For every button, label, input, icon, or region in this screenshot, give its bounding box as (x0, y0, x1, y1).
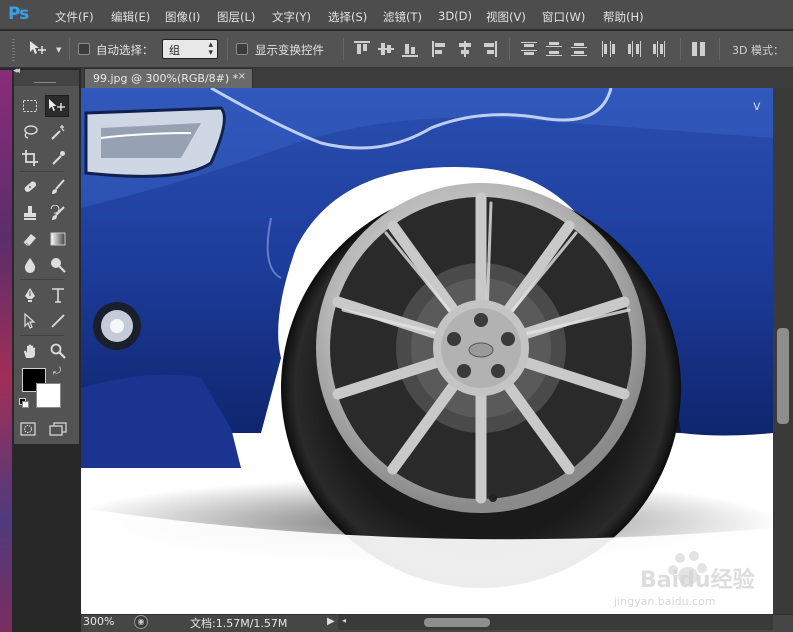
distribute-top-icon[interactable] (521, 40, 537, 58)
distribute-left-icon[interactable] (601, 40, 617, 58)
eraser-icon[interactable] (18, 228, 42, 250)
align-vcenter-icon[interactable] (378, 40, 394, 58)
document-info: 文档:1.57M/1.57M (190, 617, 288, 630)
history-brush-icon[interactable] (46, 202, 70, 224)
line-icon[interactable] (46, 310, 70, 332)
tools-panel-header[interactable] (14, 70, 79, 86)
menu-image[interactable]: 图像(I) (165, 9, 200, 25)
tools-divider (20, 171, 64, 172)
menu-layer[interactable]: 图层(L) (217, 9, 255, 25)
document-canvas[interactable]: v (81, 88, 773, 614)
crop-icon[interactable] (18, 147, 42, 169)
menu-edit[interactable]: 编辑(E) (111, 9, 150, 25)
menu-filter[interactable]: 滤镜(T) (383, 9, 422, 25)
options-divider (509, 38, 510, 60)
background-color-swatch[interactable] (36, 383, 61, 408)
watermark-url: jingyan.baidu.com (614, 595, 716, 608)
svg-text:v: v (753, 99, 761, 114)
auto-select-dropdown[interactable]: 组 ▴ ▾ (162, 39, 218, 59)
rectangular-marquee-icon[interactable] (18, 95, 42, 117)
gradient-icon[interactable] (46, 228, 70, 250)
document-tab-title: 99.jpg @ 300%(RGB/8#) * (93, 72, 239, 85)
brush-icon[interactable] (46, 176, 70, 198)
screen-mode-icon[interactable] (46, 418, 70, 440)
default-colors-icon[interactable] (17, 396, 31, 410)
options-divider (227, 38, 228, 60)
distribute-right-icon[interactable] (651, 40, 667, 58)
move-tool-icon[interactable] (45, 95, 69, 117)
baidu-jingyan-watermark: Baidu经验 jingyan.baidu.com (604, 548, 755, 610)
tools-divider (20, 335, 64, 336)
watermark-brand-part2: du (679, 568, 711, 593)
healing-brush-icon[interactable] (18, 176, 42, 198)
options-divider (69, 38, 70, 60)
status-menu-arrow-icon[interactable]: ▶ (327, 616, 335, 627)
show-transform-checkbox[interactable] (236, 43, 248, 55)
menu-type[interactable]: 文字(Y) (272, 9, 311, 25)
menu-select[interactable]: 选择(S) (328, 9, 367, 25)
options-bar: ▼ 自动选择： 组 ▴ ▾ 显示变换控件 3D 模式： (0, 31, 793, 68)
menu-help[interactable]: 帮助(H) (603, 9, 644, 25)
pen-icon[interactable] (18, 284, 42, 306)
clone-stamp-icon[interactable] (18, 202, 42, 224)
photoshop-logo: Ps (8, 4, 29, 24)
menu-bar: Ps 文件(F) 编辑(E) 图像(I) 图层(L) 文字(Y) 选择(S) 滤… (0, 0, 793, 30)
zoom-level[interactable]: 300% (83, 615, 127, 630)
menu-3d[interactable]: 3D(D) (438, 9, 472, 23)
auto-select-label: 自动选择： (96, 43, 154, 57)
distribute-vcenter-icon[interactable] (546, 40, 562, 58)
3d-mode-label: 3D 模式： (732, 44, 784, 57)
show-transform-label: 显示变换控件 (255, 43, 324, 57)
scroll-left-arrow-icon[interactable]: ◂ (342, 616, 346, 625)
options-divider (719, 38, 720, 60)
watermark-brand-part3: 经验 (710, 568, 755, 593)
dodge-icon[interactable] (46, 254, 70, 276)
vertical-scrollbar[interactable] (773, 88, 793, 614)
auto-select-value: 组 (169, 44, 180, 57)
dropdown-caret-icon: ▴ ▾ (208, 40, 213, 58)
lasso-icon[interactable] (18, 121, 42, 143)
desktop-edge (0, 70, 12, 632)
horizontal-scroll-thumb[interactable] (424, 618, 490, 627)
vertical-scroll-thumb[interactable] (777, 328, 789, 424)
move-tool-icon[interactable] (28, 40, 48, 62)
magic-wand-icon[interactable] (46, 121, 70, 143)
eyedropper-icon[interactable] (46, 147, 70, 169)
status-info-icon[interactable]: ◉ (134, 615, 148, 629)
swap-colors-icon[interactable]: ⤾ (50, 364, 64, 378)
auto-select-checkbox[interactable] (78, 43, 90, 55)
blur-icon[interactable] (18, 254, 42, 276)
close-icon[interactable]: × (238, 71, 246, 82)
options-divider (680, 38, 681, 60)
align-right-icon[interactable] (482, 40, 498, 58)
tools-grip[interactable] (34, 82, 56, 83)
horizontal-scrollbar[interactable]: ◂ (338, 615, 773, 630)
zoom-icon[interactable] (46, 340, 70, 362)
hand-icon[interactable] (18, 340, 42, 362)
watermark-brand-part1: Bai (640, 568, 680, 593)
path-selection-icon[interactable] (18, 310, 42, 332)
watermark-brand: Baidu经验 (640, 562, 755, 594)
type-icon[interactable] (46, 284, 70, 306)
distribute-bottom-icon[interactable] (571, 40, 587, 58)
options-grip[interactable] (12, 39, 15, 61)
collapse-panel-icon[interactable]: ◂◂ (13, 66, 20, 76)
options-divider (343, 38, 344, 60)
menu-file[interactable]: 文件(F) (55, 9, 94, 25)
tool-preset-chevron-icon[interactable]: ▼ (56, 46, 61, 54)
auto-align-layers-icon[interactable] (691, 40, 707, 58)
menu-window[interactable]: 窗口(W) (542, 9, 585, 25)
car-wheel-image: v (81, 88, 773, 614)
distribute-hcenter-icon[interactable] (626, 40, 642, 58)
align-hcenter-icon[interactable] (457, 40, 473, 58)
quick-mask-icon[interactable] (16, 418, 40, 440)
menu-view[interactable]: 视图(V) (486, 9, 526, 25)
align-left-icon[interactable] (431, 40, 447, 58)
align-top-icon[interactable] (354, 40, 370, 58)
align-bottom-icon[interactable] (402, 40, 418, 58)
document-tab[interactable]: 99.jpg @ 300%(RGB/8#) * × (84, 68, 253, 88)
tools-divider (20, 279, 64, 280)
